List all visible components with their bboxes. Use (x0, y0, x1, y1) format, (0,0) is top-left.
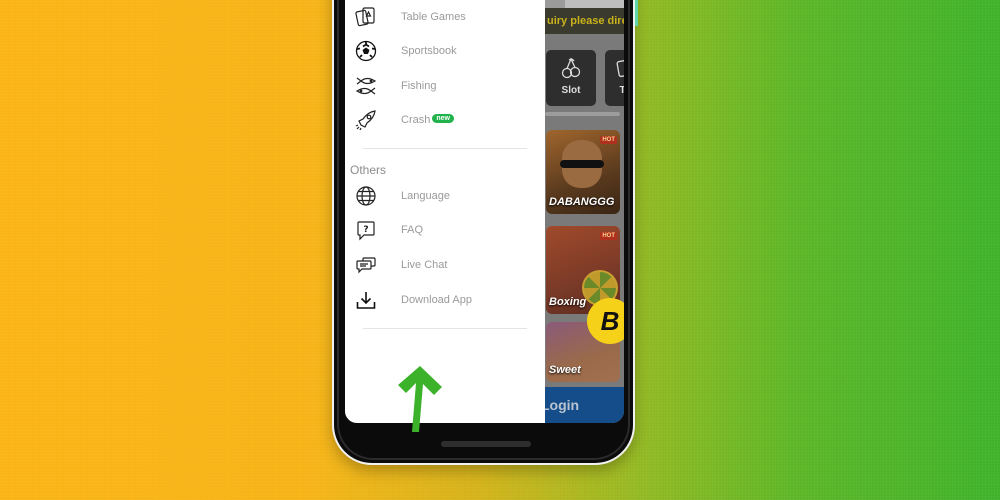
announcement-marquee: uiry please direct q (545, 8, 624, 34)
scroll-indicator (545, 112, 620, 116)
menu-label: Download App (401, 294, 472, 306)
cherries-icon (546, 56, 596, 85)
login-button[interactable]: Login (541, 387, 624, 423)
chat-bubbles-icon (355, 254, 377, 276)
home-indicator (441, 441, 531, 447)
menu-label: Crash new (401, 114, 454, 126)
section-divider (363, 328, 527, 329)
question-bubble-icon: ? (355, 219, 377, 241)
category-tile-table[interactable]: Ta (605, 50, 624, 106)
hot-badge: HOT (600, 232, 617, 240)
menu-item-table-games[interactable]: Table Games (345, 0, 545, 34)
download-icon (355, 289, 377, 311)
rocket-icon (355, 109, 377, 131)
menu-item-crash[interactable]: Crash new (345, 103, 545, 137)
playing-cards-icon (355, 6, 377, 28)
menu-label: Table Games (401, 11, 466, 23)
hot-badge: HOT (600, 136, 617, 144)
game-title: Boxing (549, 296, 587, 308)
background-app: uiry please direct q Slot Ta HOT DABANGG… (541, 0, 624, 423)
category-label: Slot (561, 85, 581, 96)
menu-label: Sportsbook (401, 45, 457, 57)
phone-side-button (635, 0, 638, 26)
menu-label: FAQ (401, 224, 424, 236)
fish-icon (355, 75, 377, 97)
category-tile-slot[interactable]: Slot (546, 50, 596, 106)
menu-item-faq[interactable]: ? FAQ (345, 213, 545, 247)
playing-cards-icon (605, 56, 624, 85)
svg-text:?: ? (363, 225, 368, 235)
menu-item-download-app[interactable]: Download App (345, 283, 545, 317)
menu-item-fishing[interactable]: Fishing (345, 69, 545, 103)
menu-item-language[interactable]: Language (345, 179, 545, 213)
menu-label: Language (401, 190, 450, 202)
soccer-ball-icon (355, 40, 377, 62)
section-divider (363, 148, 527, 149)
globe-icon (355, 185, 377, 207)
category-label: Ta (619, 85, 624, 96)
menu-item-live-chat[interactable]: Live Chat (345, 248, 545, 282)
phone-screen: uiry please direct q Slot Ta HOT DABANGG… (345, 0, 624, 423)
new-badge: new (432, 114, 454, 123)
game-card[interactable]: HOT DABANGGG (546, 130, 620, 214)
menu-label: Fishing (401, 80, 437, 92)
phone-frame: uiry please direct q Slot Ta HOT DABANGG… (332, 0, 638, 465)
game-title: Sweet (549, 364, 581, 376)
game-title: DABANGGG (549, 196, 615, 208)
pointer-arrow-icon (398, 366, 442, 432)
menu-label: Live Chat (401, 259, 448, 271)
side-drawer: Slot games Table Games Sportsbook Fishin… (345, 0, 545, 423)
menu-item-sportsbook[interactable]: Sportsbook (345, 34, 545, 68)
others-section-title: Others (350, 163, 387, 177)
